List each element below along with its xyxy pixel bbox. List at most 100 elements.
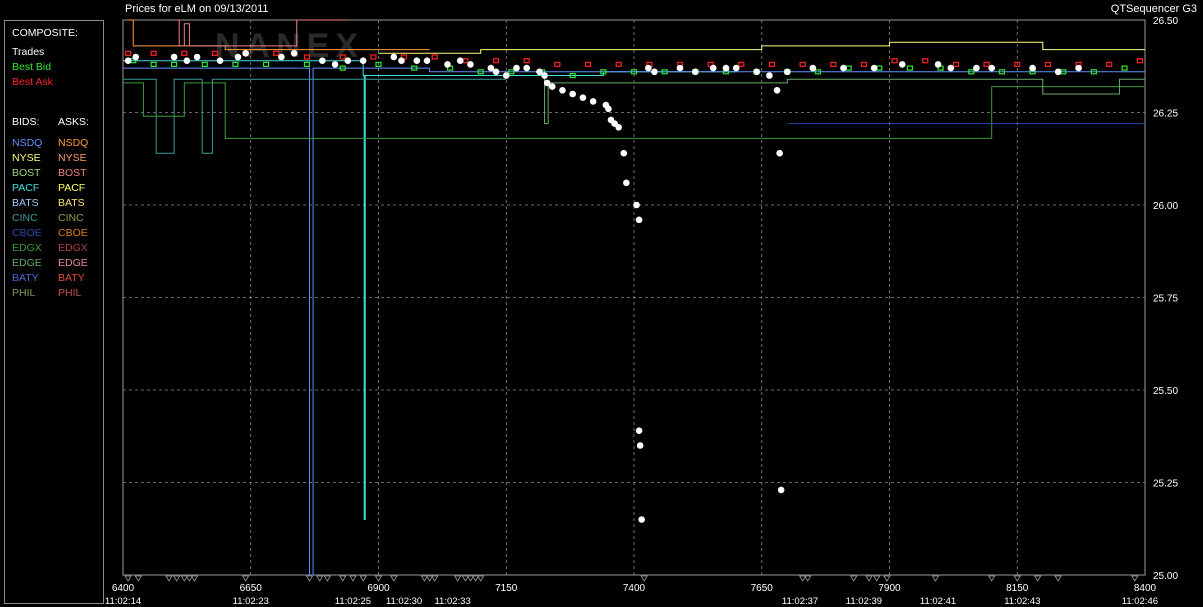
axis-tick-marker: [1033, 575, 1042, 582]
trade-point: [620, 149, 628, 157]
axis-tick-marker: [865, 575, 873, 582]
trade-point: [753, 68, 760, 76]
time-label: 11:02:41: [920, 596, 956, 607]
trade-point: [183, 57, 191, 64]
trade-point: [423, 57, 431, 64]
x-tick-label: 7900: [878, 583, 901, 594]
trade-point: [216, 57, 224, 64]
x-tick-label: 6900: [367, 583, 390, 594]
trade-point: [290, 50, 298, 57]
trade-point: [390, 53, 398, 61]
trade-point: [773, 87, 781, 94]
time-label: 11:02:39: [846, 596, 882, 607]
x-tick-label: 7400: [623, 583, 646, 594]
trade-point: [973, 64, 980, 72]
axis-tick-marker: [349, 575, 357, 582]
axis-tick-marker: [1013, 575, 1021, 582]
trade-point: [589, 98, 597, 105]
axis-tick-marker: [453, 575, 462, 582]
trade-point: [124, 57, 132, 64]
trade-point: [615, 124, 622, 131]
y-tick-label: 26.50: [1153, 16, 1178, 27]
axis-tick-marker: [431, 575, 439, 582]
axis-tick-marker: [640, 575, 648, 582]
trade-point: [502, 72, 510, 79]
trade-point: [605, 105, 612, 113]
trade-point: [398, 57, 405, 64]
trade-point: [676, 64, 684, 72]
trade-point: [569, 90, 576, 98]
y-tick-label: 25.75: [1153, 294, 1178, 305]
axis-tick-marker: [883, 575, 891, 582]
trade-point: [548, 83, 556, 90]
trade-point: [633, 201, 640, 209]
trade-point: [1075, 64, 1082, 72]
trade-point: [1029, 64, 1036, 72]
trade-point: [623, 179, 630, 187]
trade-point: [242, 50, 249, 57]
trade-point: [636, 442, 644, 449]
trade-point: [456, 57, 464, 64]
axis-tick-marker: [323, 575, 332, 582]
time-label: 11:02:14: [105, 596, 141, 607]
time-label: 11:02:46: [1122, 596, 1158, 607]
y-tick-label: 25.50: [1153, 386, 1178, 397]
time-label: 11:02:33: [434, 596, 470, 607]
trade-point: [444, 61, 451, 68]
trade-point: [467, 61, 474, 68]
trade-point: [784, 68, 791, 76]
trade-point: [776, 149, 783, 157]
time-label: 11:02:23: [233, 596, 269, 607]
x-tick-label: 6650: [240, 583, 263, 594]
trade-point: [947, 64, 955, 72]
axis-tick-marker: [305, 575, 314, 582]
trade-point: [651, 68, 658, 76]
axis-tick-marker: [390, 575, 398, 582]
time-label: 11:02:30: [386, 596, 422, 607]
axis-tick-marker: [873, 575, 881, 582]
trade-point: [492, 68, 500, 76]
trade-point: [359, 57, 367, 64]
axis-tick-marker: [931, 575, 940, 582]
trade-point: [840, 64, 847, 72]
trade-point: [732, 64, 740, 72]
axis-tick-marker: [316, 575, 324, 582]
axis-tick-marker: [165, 575, 173, 582]
trade-point: [513, 64, 520, 72]
trade-point: [1054, 68, 1062, 76]
trade-point: [638, 516, 645, 523]
axis-tick-marker: [124, 575, 132, 582]
trade-point: [579, 94, 587, 101]
axis-tick-marker: [172, 575, 181, 582]
trade-point: [559, 87, 566, 94]
trade-point: [170, 53, 178, 61]
axis-tick-marker: [339, 575, 347, 582]
time-label: 11:02:43: [1004, 596, 1040, 607]
trade-point: [722, 64, 730, 72]
axis-tick-marker: [476, 575, 485, 582]
x-tick-label: 6400: [112, 583, 135, 594]
trade-point: [692, 68, 699, 76]
trade-point: [766, 72, 773, 79]
price-chart: NANEX6400 6650 6900 7150 7400 7650 7900 8150 840…: [105, 16, 1179, 607]
axis-tick-marker: [134, 575, 143, 582]
axis-tick-marker: [190, 575, 199, 582]
axis-tick-marker: [1131, 575, 1139, 582]
time-label: 11:02:37: [782, 596, 818, 607]
x-tick-label: 7650: [751, 583, 774, 594]
trade-point: [413, 57, 421, 64]
trade-point: [541, 72, 548, 79]
trade-point: [777, 486, 785, 494]
trade-point: [193, 53, 201, 61]
trade-point: [344, 57, 352, 64]
x-tick-label: 7150: [495, 583, 518, 594]
trade-point: [132, 53, 140, 61]
time-label: 11:02:25: [335, 596, 371, 607]
axis-tick-marker: [987, 575, 996, 582]
axis-tick-marker: [850, 575, 858, 582]
trade-point: [523, 64, 530, 72]
trade-point: [870, 64, 878, 72]
trade-point: [709, 64, 717, 72]
trade-point: [278, 53, 285, 61]
axis-tick-marker: [1054, 575, 1062, 582]
